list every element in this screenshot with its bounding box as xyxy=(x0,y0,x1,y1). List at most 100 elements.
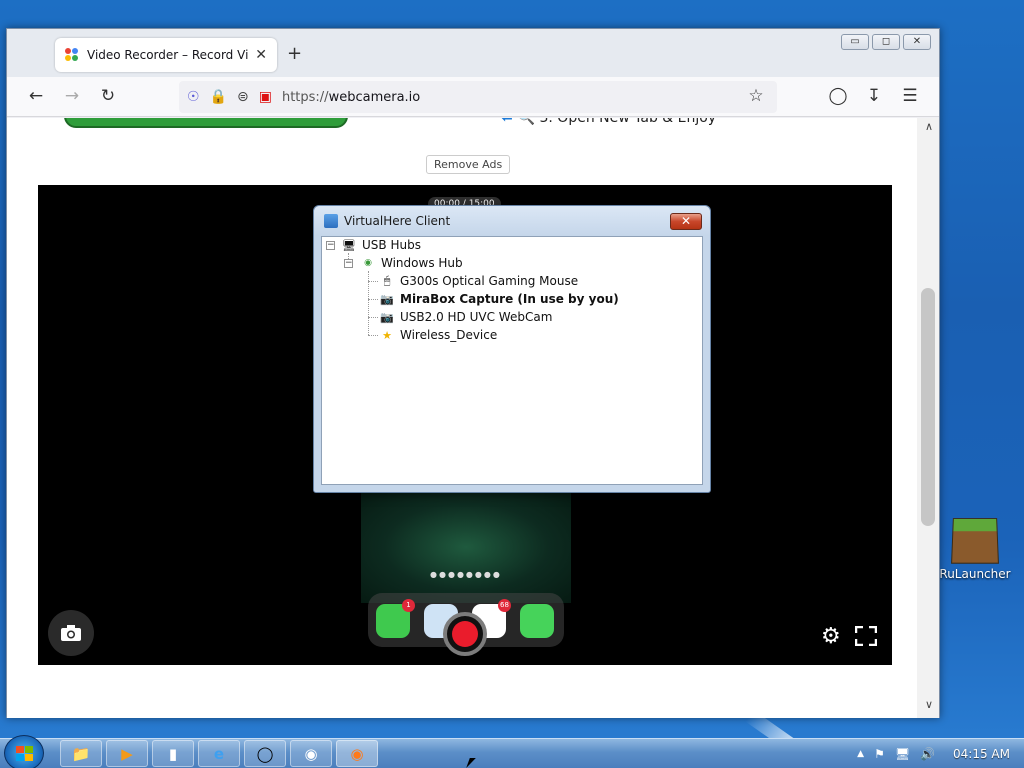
settings-gear-icon[interactable]: ⚙ xyxy=(821,624,841,649)
taskbar-usb-app[interactable]: ▮ xyxy=(152,740,194,767)
clock[interactable]: 04:15 AM xyxy=(953,747,1010,761)
tab-title: Video Recorder – Record Video xyxy=(87,48,249,62)
messages-app-icon xyxy=(520,604,554,638)
menu-hamburger-icon[interactable]: ☰ xyxy=(899,86,921,106)
fullscreen-icon[interactable] xyxy=(855,626,877,646)
tray-arrow-icon[interactable]: ▲ xyxy=(857,749,864,759)
virtualhere-close-button[interactable]: ✕ xyxy=(670,213,702,230)
camera-icon xyxy=(61,625,81,641)
taskbar-app-blue[interactable]: ◉ xyxy=(290,740,332,767)
reload-icon[interactable]: ↻ xyxy=(97,86,119,106)
ie-icon: e xyxy=(213,744,225,763)
virtualhere-window: VirtualHere Client ✕ − 🖥 USB Hubs − ◉ Wi… xyxy=(313,205,711,493)
tree-node-usb-hubs[interactable]: 🖥 USB Hubs xyxy=(341,236,421,254)
hub-status-dot-icon: ◉ xyxy=(364,258,372,268)
desktop-icon-rulauncher[interactable]: RuLauncher xyxy=(935,517,1015,581)
mouse-icon: 🖱 xyxy=(383,274,391,287)
folder-icon: 📁 xyxy=(71,744,91,763)
remove-ads-button[interactable]: Remove Ads xyxy=(426,155,511,174)
firefox-icon: ◉ xyxy=(350,744,364,763)
start-button[interactable] xyxy=(4,735,44,768)
pocket-icon[interactable]: ◯ xyxy=(827,86,849,106)
expander-windows-hub[interactable]: − xyxy=(344,259,353,268)
phone-badge: 1 xyxy=(402,599,415,612)
webcam-icon: 📷 xyxy=(380,310,394,324)
url-scheme: https:// xyxy=(281,89,329,105)
tree-label: G300s Optical Gaming Mouse xyxy=(400,274,579,288)
phone-screen-wallpaper xyxy=(361,491,571,603)
url-bar[interactable]: ☉ 🔒 ⊜ ▣ https://webcamera.io xyxy=(179,81,777,113)
tab-bar: Video Recorder – Record Video ✕ + ▭ ◻ ✕ xyxy=(7,29,939,77)
virtualhere-title: VirtualHere Client xyxy=(344,214,451,228)
tracking-shield-icon[interactable]: ☉ xyxy=(187,89,200,105)
tree-device-mirabox[interactable]: 📷 MiraBox Capture (In use by you) xyxy=(379,290,619,308)
bookmark-star-icon[interactable]: ☆ xyxy=(745,86,767,106)
phone-app-icon: 1 xyxy=(376,599,415,638)
webcam-icon: 📷 xyxy=(380,292,394,306)
record-dot-icon xyxy=(452,621,478,647)
scroll-thumb[interactable] xyxy=(921,288,935,526)
window-controls: ▭ ◻ ✕ xyxy=(841,34,931,50)
close-window-button[interactable]: ✕ xyxy=(903,34,931,50)
forward-arrow-icon[interactable]: → xyxy=(61,86,83,106)
tree-line xyxy=(368,317,378,318)
star-icon: ★ xyxy=(382,328,392,342)
usb-hub-icon: 🖥 xyxy=(342,238,356,252)
virtualhere-app-icon xyxy=(324,214,338,228)
page-dots: ●●●●●●●● xyxy=(430,570,502,579)
windows-logo-icon xyxy=(16,746,34,762)
tree-label: USB2.0 HD UVC WebCam xyxy=(400,310,553,324)
new-tab-button[interactable]: + xyxy=(287,43,302,64)
blue-app-icon: ◉ xyxy=(304,744,318,763)
network-icon[interactable]: 🖥 xyxy=(895,747,910,761)
webcamera-favicon-icon xyxy=(65,48,79,62)
tree-label: USB Hubs xyxy=(362,238,421,252)
tab-video-recorder[interactable]: Video Recorder – Record Video ✕ xyxy=(55,38,277,72)
lock-icon[interactable]: 🔒 xyxy=(210,89,227,105)
virtualhere-titlebar[interactable]: VirtualHere Client xyxy=(314,206,710,236)
usb-drive-icon: ▮ xyxy=(168,744,178,763)
page-scrollbar[interactable]: ∧ ∨ xyxy=(917,118,939,718)
snapshot-camera-button[interactable] xyxy=(48,610,94,656)
taskbar-virtualhere[interactable]: ◯ xyxy=(244,740,286,767)
step-instruction: ⬅ 🔍 3. Open New Tab & Enjoy xyxy=(501,118,716,126)
tree-line xyxy=(368,281,378,282)
usb-device-tree: − 🖥 USB Hubs − ◉ Windows Hub 🖱 G300s Opt… xyxy=(321,236,703,485)
expander-usb-hubs[interactable]: − xyxy=(326,241,335,250)
start-button[interactable] xyxy=(64,118,348,128)
minimize-button[interactable]: ▭ xyxy=(841,34,869,50)
taskbar-explorer[interactable]: 📁 xyxy=(60,740,102,767)
mail-badge: 68 xyxy=(498,599,511,612)
scroll-up-icon[interactable]: ∧ xyxy=(925,120,933,133)
camera-in-use-icon[interactable]: ▣ xyxy=(259,89,272,105)
tree-device-uvc-webcam[interactable]: 📷 USB2.0 HD UVC WebCam xyxy=(379,308,552,326)
step-text: 3. Open New Tab & Enjoy xyxy=(539,118,717,126)
tree-label: MiraBox Capture (In use by you) xyxy=(400,292,619,306)
url-host: webcamera.io xyxy=(328,89,421,105)
downloads-icon[interactable]: ↧ xyxy=(863,86,885,106)
navigation-toolbar: ← → ↻ ☉ 🔒 ⊜ ▣ https://webcamera.io ☆ ◯ ↧… xyxy=(7,77,939,117)
back-arrow-icon[interactable]: ← xyxy=(25,86,47,106)
minecraft-grass-block-icon xyxy=(951,518,999,564)
tree-node-windows-hub[interactable]: ◉ Windows Hub xyxy=(360,254,463,272)
volume-icon[interactable]: 🔊 xyxy=(920,747,935,761)
taskbar-firefox[interactable]: ◉ xyxy=(336,740,378,767)
action-center-icon[interactable]: ⚑ xyxy=(874,747,885,761)
taskbar-internet-explorer[interactable]: e xyxy=(198,740,240,767)
record-button[interactable] xyxy=(443,612,487,656)
system-tray: ▲ ⚑ 🖥 🔊 04:15 AM xyxy=(857,739,1024,768)
tree-device-mouse[interactable]: 🖱 G300s Optical Gaming Mouse xyxy=(379,272,578,290)
media-player-icon: ▶ xyxy=(121,744,133,763)
taskbar-media-player[interactable]: ▶ xyxy=(106,740,148,767)
virtualhere-taskbar-icon: ◯ xyxy=(256,744,274,763)
permissions-icon[interactable]: ⊜ xyxy=(237,89,249,105)
desktop-icon-label: RuLauncher xyxy=(939,567,1011,581)
tree-label: Wireless_Device xyxy=(400,328,498,342)
maximize-button[interactable]: ◻ xyxy=(872,34,900,50)
tree-device-wireless[interactable]: ★ Wireless_Device xyxy=(379,326,497,344)
tab-close-icon[interactable]: ✕ xyxy=(255,47,267,63)
taskbar: 📁 ▶ ▮ e ◯ ◉ ◉ ▲ ⚑ 🖥 🔊 04:15 AM xyxy=(0,735,1024,768)
tree-line xyxy=(368,299,378,300)
tree-line xyxy=(368,335,378,336)
scroll-down-icon[interactable]: ∨ xyxy=(925,698,933,711)
